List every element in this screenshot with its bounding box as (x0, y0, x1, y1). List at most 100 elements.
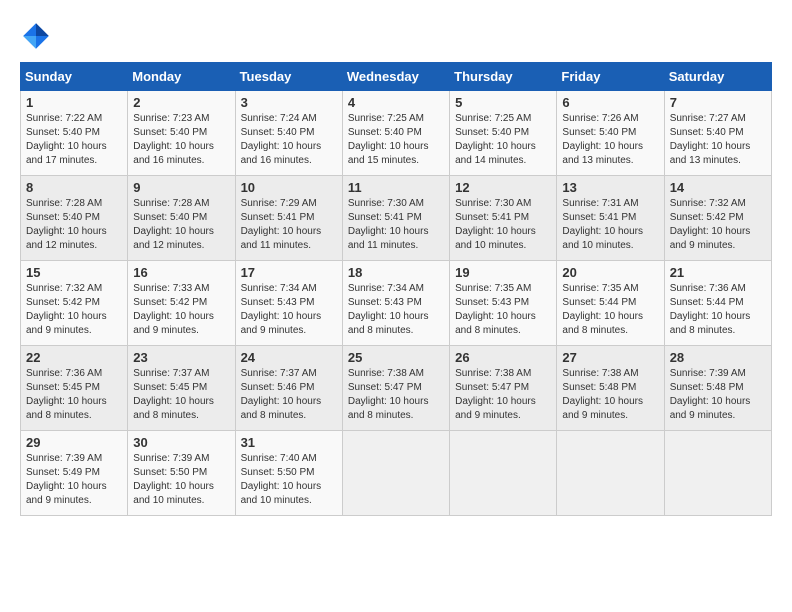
calendar-cell: 21 Sunrise: 7:36 AM Sunset: 5:44 PM Dayli… (664, 261, 771, 346)
calendar-header: SundayMondayTuesdayWednesdayThursdayFrid… (21, 63, 772, 91)
calendar-week-row: 8 Sunrise: 7:28 AM Sunset: 5:40 PM Daylig… (21, 176, 772, 261)
day-info: Sunrise: 7:38 AM Sunset: 5:48 PM Dayligh… (562, 367, 658, 423)
day-info: Sunrise: 7:23 AM Sunset: 5:40 PM Dayligh… (133, 112, 229, 168)
header (20, 20, 772, 52)
weekday-header-tuesday: Tuesday (235, 63, 342, 91)
day-info: Sunrise: 7:34 AM Sunset: 5:43 PM Dayligh… (241, 282, 337, 338)
day-number: 28 (670, 350, 766, 365)
day-number: 26 (455, 350, 551, 365)
day-number: 17 (241, 265, 337, 280)
day-number: 24 (241, 350, 337, 365)
day-info: Sunrise: 7:28 AM Sunset: 5:40 PM Dayligh… (26, 197, 122, 253)
calendar-cell: 6 Sunrise: 7:26 AM Sunset: 5:40 PM Daylig… (557, 91, 664, 176)
calendar-week-row: 29 Sunrise: 7:39 AM Sunset: 5:49 PM Dayli… (21, 431, 772, 516)
day-info: Sunrise: 7:27 AM Sunset: 5:40 PM Dayligh… (670, 112, 766, 168)
day-info: Sunrise: 7:37 AM Sunset: 5:45 PM Dayligh… (133, 367, 229, 423)
day-info: Sunrise: 7:28 AM Sunset: 5:40 PM Dayligh… (133, 197, 229, 253)
day-info: Sunrise: 7:32 AM Sunset: 5:42 PM Dayligh… (26, 282, 122, 338)
calendar-cell: 19Sunrise: 7:35 AM Sunset: 5:43 PM Dayli… (450, 261, 557, 346)
calendar-cell: 27 Sunrise: 7:38 AM Sunset: 5:48 PM Dayli… (557, 346, 664, 431)
weekday-header-row: SundayMondayTuesdayWednesdayThursdayFrid… (21, 63, 772, 91)
calendar-cell: 3Sunrise: 7:24 AM Sunset: 5:40 PM Daylig… (235, 91, 342, 176)
calendar-cell: 8 Sunrise: 7:28 AM Sunset: 5:40 PM Daylig… (21, 176, 128, 261)
day-number: 8 (26, 180, 122, 195)
calendar-table: SundayMondayTuesdayWednesdayThursdayFrid… (20, 62, 772, 516)
day-info: Sunrise: 7:40 AM Sunset: 5:50 PM Dayligh… (241, 452, 337, 508)
calendar-cell: 5Sunrise: 7:25 AM Sunset: 5:40 PM Daylig… (450, 91, 557, 176)
calendar-cell: 18 Sunrise: 7:34 AM Sunset: 5:43 PM Dayli… (342, 261, 449, 346)
calendar-cell: 28Sunrise: 7:39 AM Sunset: 5:48 PM Dayli… (664, 346, 771, 431)
day-number: 5 (455, 95, 551, 110)
day-number: 12 (455, 180, 551, 195)
day-number: 14 (670, 180, 766, 195)
weekday-header-friday: Friday (557, 63, 664, 91)
calendar-cell (557, 431, 664, 516)
day-number: 6 (562, 95, 658, 110)
calendar-cell: 26 Sunrise: 7:38 AM Sunset: 5:47 PM Dayli… (450, 346, 557, 431)
day-info: Sunrise: 7:35 AM Sunset: 5:44 PM Dayligh… (562, 282, 658, 338)
calendar-body: 1 Sunrise: 7:22 AM Sunset: 5:40 PM Daylig… (21, 91, 772, 516)
day-number: 23 (133, 350, 229, 365)
calendar-cell: 1 Sunrise: 7:22 AM Sunset: 5:40 PM Daylig… (21, 91, 128, 176)
day-number: 2 (133, 95, 229, 110)
logo (20, 20, 56, 52)
day-info: Sunrise: 7:33 AM Sunset: 5:42 PM Dayligh… (133, 282, 229, 338)
calendar-cell (342, 431, 449, 516)
weekday-header-wednesday: Wednesday (342, 63, 449, 91)
day-info: Sunrise: 7:29 AM Sunset: 5:41 PM Dayligh… (241, 197, 337, 253)
day-number: 25 (348, 350, 444, 365)
day-number: 20 (562, 265, 658, 280)
day-number: 13 (562, 180, 658, 195)
day-info: Sunrise: 7:39 AM Sunset: 5:50 PM Dayligh… (133, 452, 229, 508)
day-number: 1 (26, 95, 122, 110)
day-info: Sunrise: 7:36 AM Sunset: 5:45 PM Dayligh… (26, 367, 122, 423)
calendar-cell: 12 Sunrise: 7:30 AM Sunset: 5:41 PM Dayli… (450, 176, 557, 261)
calendar-cell: 4Sunrise: 7:25 AM Sunset: 5:40 PM Daylig… (342, 91, 449, 176)
logo-icon (20, 20, 52, 52)
day-info: Sunrise: 7:39 AM Sunset: 5:49 PM Dayligh… (26, 452, 122, 508)
calendar-cell: 13 Sunrise: 7:31 AM Sunset: 5:41 PM Dayli… (557, 176, 664, 261)
day-number: 30 (133, 435, 229, 450)
day-number: 29 (26, 435, 122, 450)
day-number: 11 (348, 180, 444, 195)
day-number: 18 (348, 265, 444, 280)
day-info: Sunrise: 7:38 AM Sunset: 5:47 PM Dayligh… (455, 367, 551, 423)
day-info: Sunrise: 7:26 AM Sunset: 5:40 PM Dayligh… (562, 112, 658, 168)
calendar-cell: 20 Sunrise: 7:35 AM Sunset: 5:44 PM Dayli… (557, 261, 664, 346)
calendar-cell: 7Sunrise: 7:27 AM Sunset: 5:40 PM Daylig… (664, 91, 771, 176)
weekday-header-monday: Monday (128, 63, 235, 91)
day-number: 16 (133, 265, 229, 280)
calendar-cell: 14 Sunrise: 7:32 AM Sunset: 5:42 PM Dayli… (664, 176, 771, 261)
weekday-header-saturday: Saturday (664, 63, 771, 91)
calendar-cell: 10 Sunrise: 7:29 AM Sunset: 5:41 PM Dayli… (235, 176, 342, 261)
calendar-cell: 31 Sunrise: 7:40 AM Sunset: 5:50 PM Dayli… (235, 431, 342, 516)
day-number: 22 (26, 350, 122, 365)
day-number: 31 (241, 435, 337, 450)
day-number: 3 (241, 95, 337, 110)
day-number: 19 (455, 265, 551, 280)
day-info: Sunrise: 7:30 AM Sunset: 5:41 PM Dayligh… (348, 197, 444, 253)
calendar-cell: 29 Sunrise: 7:39 AM Sunset: 5:49 PM Dayli… (21, 431, 128, 516)
calendar-week-row: 22 Sunrise: 7:36 AM Sunset: 5:45 PM Dayli… (21, 346, 772, 431)
day-info: Sunrise: 7:37 AM Sunset: 5:46 PM Dayligh… (241, 367, 337, 423)
calendar-cell (664, 431, 771, 516)
day-number: 15 (26, 265, 122, 280)
calendar-week-row: 15 Sunrise: 7:32 AM Sunset: 5:42 PM Dayli… (21, 261, 772, 346)
day-info: Sunrise: 7:22 AM Sunset: 5:40 PM Dayligh… (26, 112, 122, 168)
calendar-cell: 30 Sunrise: 7:39 AM Sunset: 5:50 PM Dayli… (128, 431, 235, 516)
calendar-cell: 23 Sunrise: 7:37 AM Sunset: 5:45 PM Dayli… (128, 346, 235, 431)
calendar-cell: 17 Sunrise: 7:34 AM Sunset: 5:43 PM Dayli… (235, 261, 342, 346)
day-info: Sunrise: 7:34 AM Sunset: 5:43 PM Dayligh… (348, 282, 444, 338)
day-info: Sunrise: 7:30 AM Sunset: 5:41 PM Dayligh… (455, 197, 551, 253)
day-info: Sunrise: 7:31 AM Sunset: 5:41 PM Dayligh… (562, 197, 658, 253)
day-number: 21 (670, 265, 766, 280)
day-number: 4 (348, 95, 444, 110)
calendar-cell (450, 431, 557, 516)
day-number: 27 (562, 350, 658, 365)
day-number: 9 (133, 180, 229, 195)
day-info: Sunrise: 7:36 AM Sunset: 5:44 PM Dayligh… (670, 282, 766, 338)
day-info: Sunrise: 7:32 AM Sunset: 5:42 PM Dayligh… (670, 197, 766, 253)
day-number: 10 (241, 180, 337, 195)
calendar-cell: 16 Sunrise: 7:33 AM Sunset: 5:42 PM Dayli… (128, 261, 235, 346)
weekday-header-sunday: Sunday (21, 63, 128, 91)
